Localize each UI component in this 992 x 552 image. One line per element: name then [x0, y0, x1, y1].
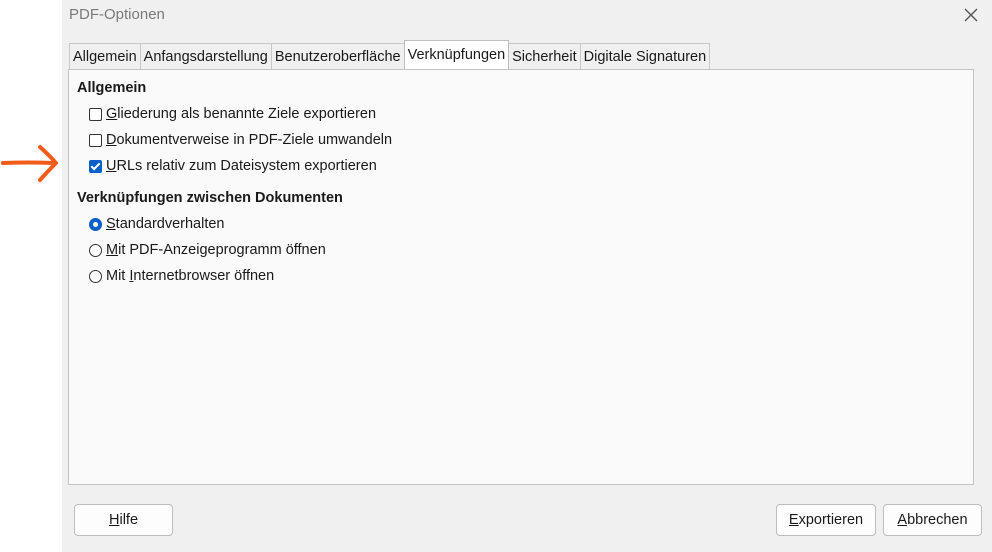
radio-label: Mit Internetbrowser öffnen [106, 268, 275, 284]
tab-benutzeroberflaeche[interactable]: Benutzeroberfläche [270, 43, 405, 69]
radio-default-behavior[interactable]: Standardverhalten [89, 216, 225, 232]
radio-label: Standardverhalten [106, 216, 225, 232]
radio-label: Mit PDF-Anzeigeprogramm öffnen [106, 242, 326, 258]
tab-anfangsdarstellung[interactable]: Anfangsdarstellung [139, 43, 272, 69]
tab-sicherheit[interactable]: Sicherheit [508, 43, 581, 69]
help-button[interactable]: Hilfe [74, 504, 173, 536]
section-heading-general: Allgemein [77, 80, 147, 96]
radio-button-selected[interactable] [89, 217, 102, 231]
pdf-options-dialog: PDF-Optionen Allgemein Anfangsdarstellun… [62, 0, 992, 552]
checkbox-export-outlines[interactable]: Gliederung als benannte Ziele exportiere… [89, 106, 376, 122]
tab-bar: Allgemein Anfangsdarstellung Benutzerobe… [69, 40, 711, 69]
checkbox-label: URLs relativ zum Dateisystem exportieren [106, 158, 377, 174]
checkbox-convert-doc-references[interactable]: Dokumentverweise in PDF-Ziele umwandeln [89, 132, 392, 148]
dialog-title: PDF-Optionen [69, 6, 165, 23]
checkbox-relative-urls[interactable]: URLs relativ zum Dateisystem exportieren [89, 158, 377, 174]
tab-allgemein[interactable]: Allgemein [69, 43, 141, 69]
radio-open-browser[interactable]: Mit Internetbrowser öffnen [89, 268, 274, 284]
cancel-button[interactable]: Abbrechen [883, 504, 982, 536]
section-heading-cross-doc: Verknüpfungen zwischen Dokumenten [77, 190, 343, 206]
checkbox-label: Dokumentverweise in PDF-Ziele umwandeln [106, 132, 393, 148]
checkbox-label: Gliederung als benannte Ziele exportiere… [106, 106, 377, 122]
arrow-right-icon [1, 145, 58, 182]
checkbox-box-checked[interactable] [89, 159, 102, 173]
close-icon [964, 8, 978, 22]
radio-open-pdf-viewer[interactable]: Mit PDF-Anzeigeprogramm öffnen [89, 242, 326, 258]
radio-button[interactable] [89, 243, 102, 257]
checkbox-box[interactable] [89, 107, 102, 121]
export-button[interactable]: Exportieren [776, 504, 876, 536]
tab-verknuepfungen[interactable]: Verknüpfungen [403, 40, 510, 69]
checkbox-box[interactable] [89, 133, 102, 147]
radio-button[interactable] [89, 269, 102, 283]
close-button[interactable] [958, 3, 984, 27]
tab-panel: Allgemein Gliederung als benannte Ziele … [68, 69, 974, 485]
tab-digitale-signaturen[interactable]: Digitale Signaturen [579, 43, 711, 69]
